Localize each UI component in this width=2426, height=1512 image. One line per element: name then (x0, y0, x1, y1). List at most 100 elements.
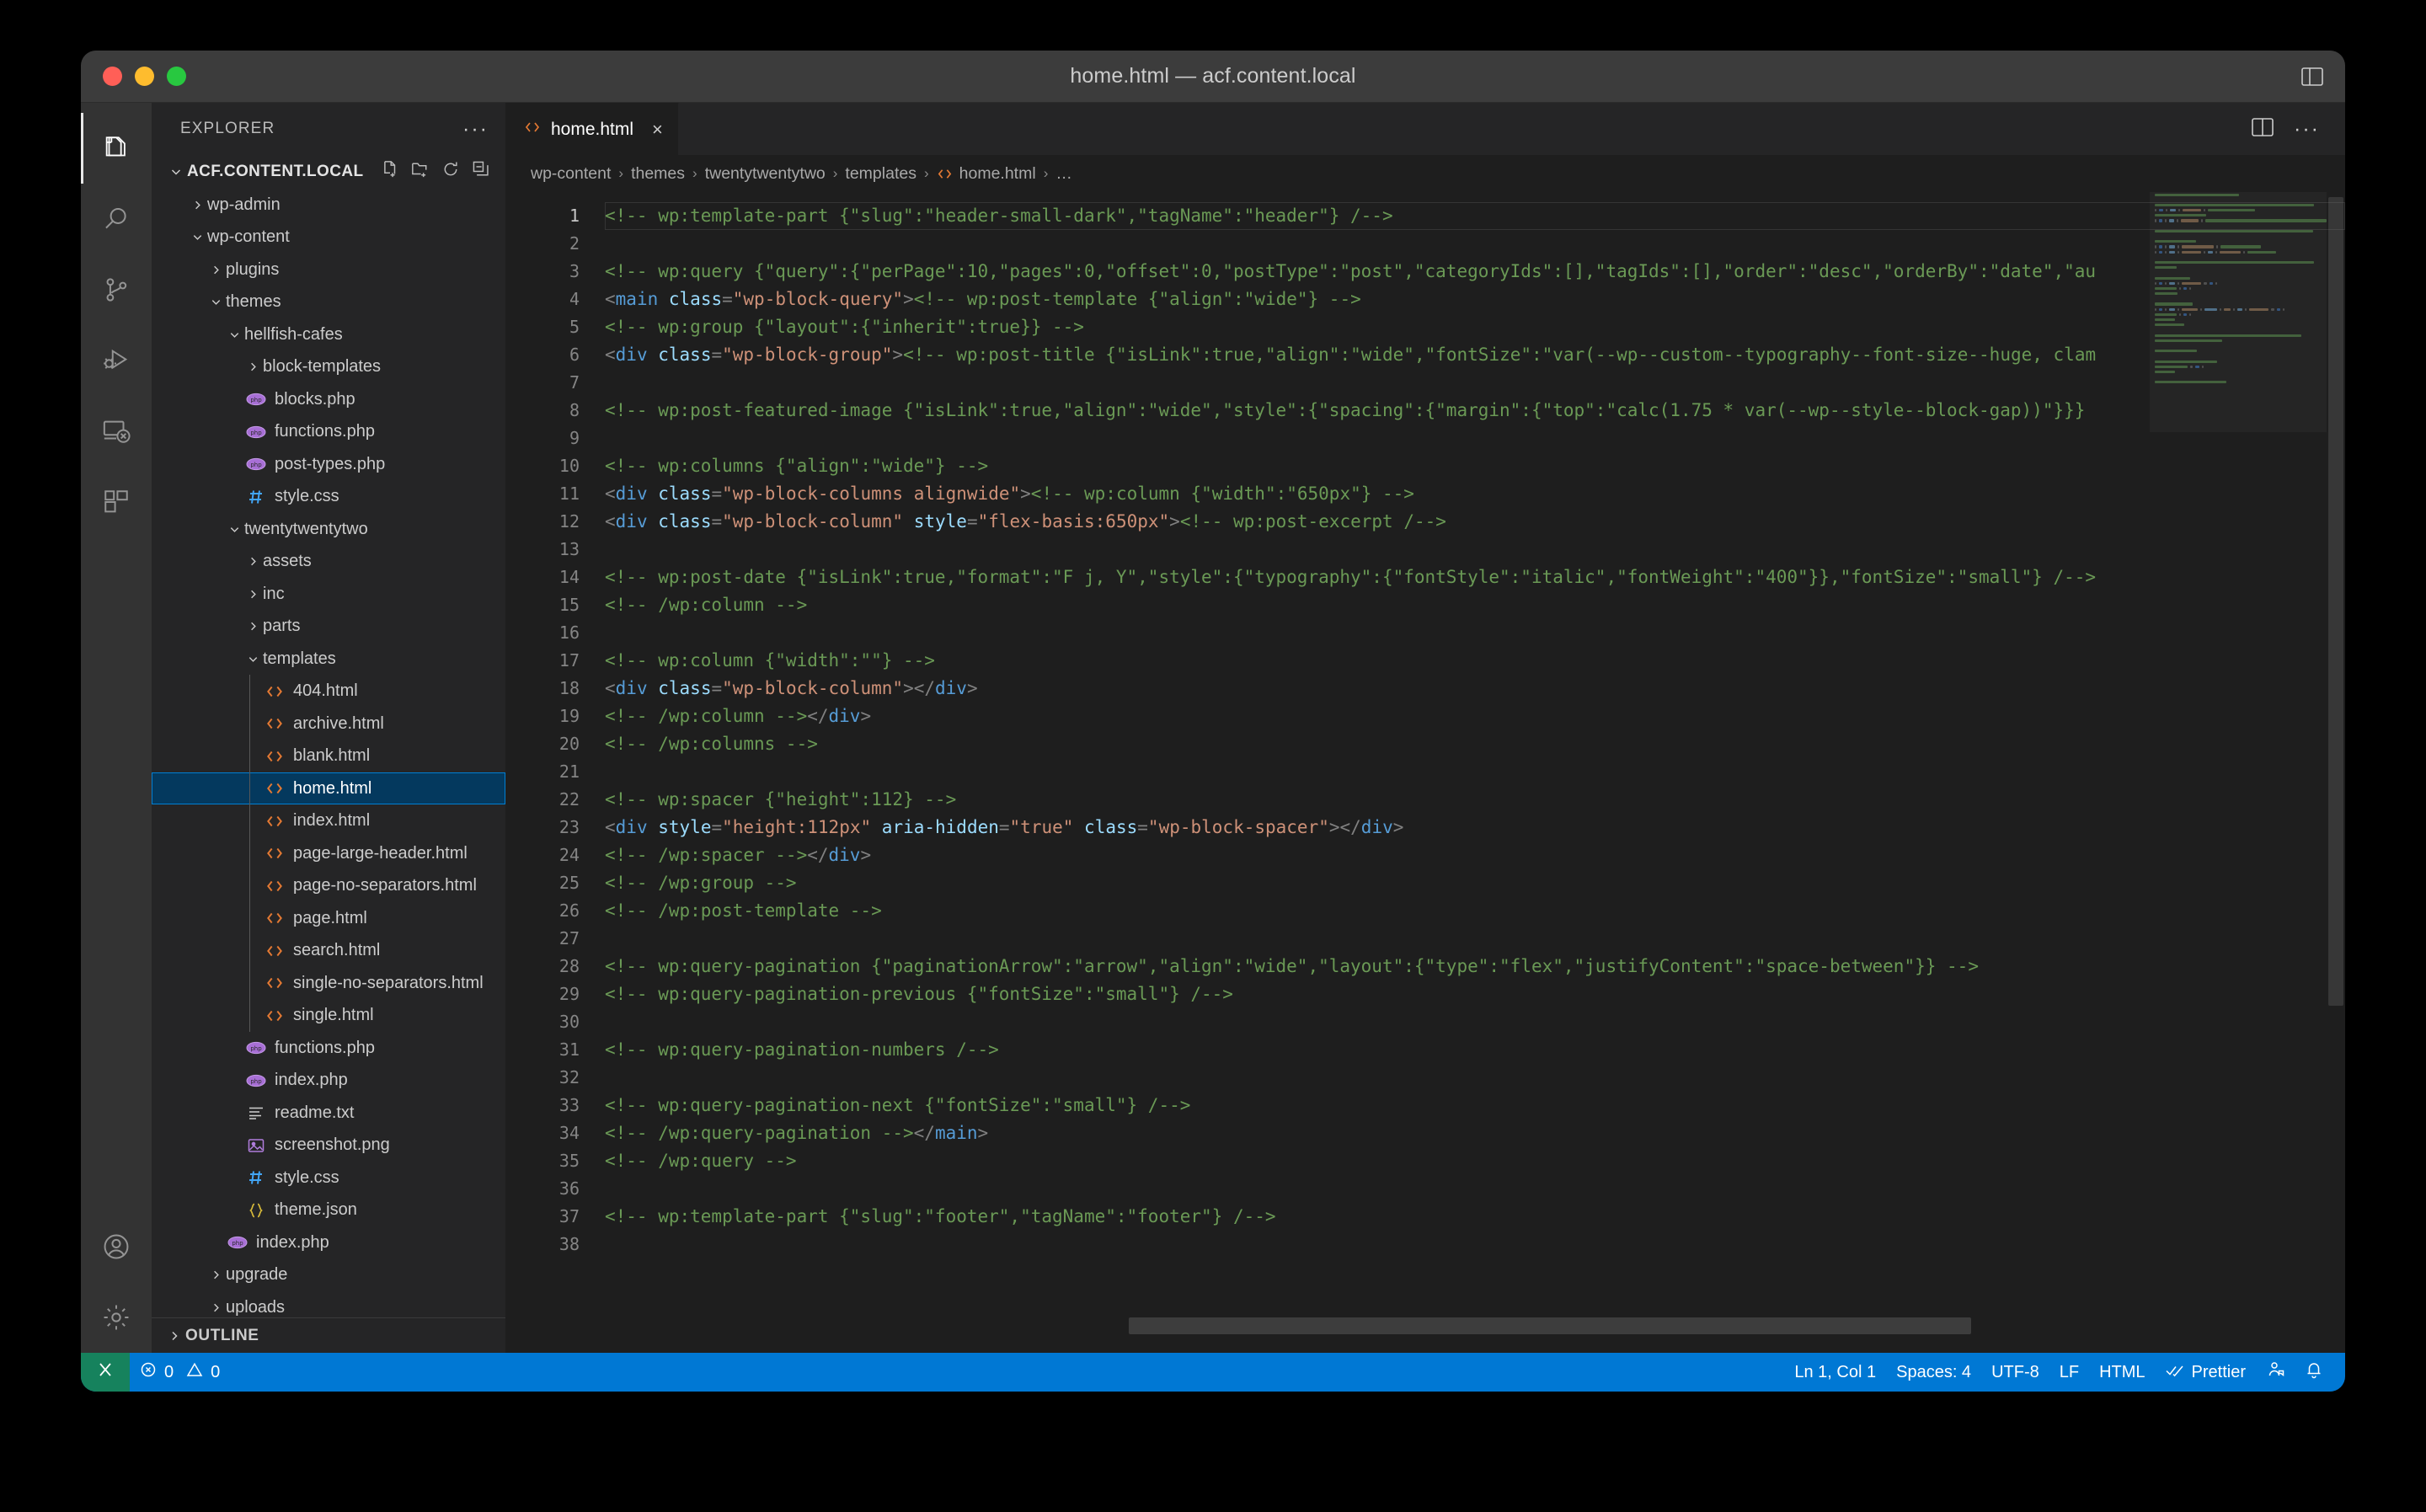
tree-item[interactable]: screenshot.png (152, 1129, 505, 1162)
code-line[interactable]: 14 <!-- wp:post-date {"isLink":true,"form… (505, 564, 2345, 591)
code-line[interactable]: 23 <div style="height:112px" aria-hidden=… (505, 814, 2345, 841)
tree-item[interactable]: page-large-header.html (152, 837, 505, 870)
tree-item[interactable]: theme.json (152, 1194, 505, 1226)
editor-vertical-scrollbar[interactable] (2327, 192, 2345, 1353)
tree-item[interactable]: php functions.php (152, 1032, 505, 1065)
activitybar-item-extensions[interactable] (81, 467, 152, 537)
tree-item[interactable]: style.css (152, 480, 505, 513)
code-line[interactable]: 29 <!-- wp:query-pagination-previous {"fo… (505, 980, 2345, 1008)
tree-item[interactable]: hellfish-cafes (152, 318, 505, 351)
outline-section-header[interactable]: OUTLINE (152, 1317, 505, 1353)
tree-item[interactable]: plugins (152, 254, 505, 286)
code-line[interactable]: 30 (505, 1008, 2345, 1036)
code-line[interactable]: 32 (505, 1064, 2345, 1092)
customize-layout-icon[interactable] (2301, 67, 2323, 86)
code-line[interactable]: 12 <div class="wp-block-column" style="fl… (505, 508, 2345, 536)
tree-item[interactable]: archive.html (152, 708, 505, 740)
code-line[interactable]: 3 <!-- wp:query {"query":{"perPage":10,"p… (505, 258, 2345, 286)
scrollbar-thumb[interactable] (2328, 197, 2343, 1006)
code-line[interactable]: 34 <!-- /wp:query-pagination --></main> (505, 1119, 2345, 1147)
breadcrumb-item[interactable]: themes (631, 164, 685, 184)
more-actions-icon[interactable]: ··· (2294, 119, 2320, 140)
split-editor-icon[interactable] (2252, 117, 2274, 141)
code-line[interactable]: 16 (505, 619, 2345, 647)
breadcrumb[interactable]: wp-content › themes › twentytwentytwo › templa… (505, 155, 2345, 192)
code-editor[interactable]: 1 <!-- wp:template-part {"slug":"header-s… (505, 192, 2345, 1353)
indentation-item[interactable]: Spaces: 4 (1886, 1353, 1981, 1392)
code-line[interactable]: 18 <div class="wp-block-column"></div> (505, 675, 2345, 703)
collapse-all-icon[interactable] (472, 160, 490, 184)
code-line[interactable]: 1 <!-- wp:template-part {"slug":"header-s… (505, 202, 2345, 230)
tree-item[interactable]: twentytwentytwo (152, 513, 505, 546)
tree-item[interactable]: wp-content (152, 221, 505, 254)
code-line[interactable]: 25 <!-- /wp:group --> (505, 869, 2345, 897)
activitybar-item-accounts[interactable] (81, 1211, 152, 1282)
tree-item[interactable]: readme.txt (152, 1097, 505, 1130)
breadcrumb-item[interactable]: home.html (937, 164, 1036, 184)
notifications-item[interactable] (2295, 1353, 2333, 1392)
code-line[interactable]: 27 (505, 925, 2345, 953)
tree-item-selected[interactable]: home.html (152, 772, 505, 805)
breadcrumb-item[interactable]: … (1055, 164, 1072, 184)
code-line[interactable]: 36 (505, 1175, 2345, 1203)
close-icon[interactable]: × (652, 119, 663, 141)
feedback-item[interactable] (2256, 1353, 2295, 1392)
activitybar-item-search[interactable] (81, 184, 152, 254)
code-line[interactable]: 20 <!-- /wp:columns --> (505, 730, 2345, 758)
code-line[interactable]: 15 <!-- /wp:column --> (505, 591, 2345, 619)
code-line[interactable]: 19 <!-- /wp:column --></div> (505, 703, 2345, 730)
tree-item[interactable]: php blocks.php (152, 383, 505, 416)
window-controls[interactable] (81, 67, 186, 86)
tab-home-html[interactable]: home.html × (505, 103, 679, 155)
code-line[interactable]: 11 <div class="wp-block-columns alignwide… (505, 480, 2345, 508)
tree-item[interactable]: search.html (152, 934, 505, 967)
tree-item[interactable]: index.html (152, 804, 505, 837)
tree-item[interactable]: parts (152, 610, 505, 643)
tree-item[interactable]: page.html (152, 902, 505, 935)
code-line[interactable]: 9 (505, 425, 2345, 452)
code-line[interactable]: 22 <!-- wp:spacer {"height":112} --> (505, 786, 2345, 814)
code-line[interactable]: 13 (505, 536, 2345, 564)
tree-item[interactable]: php post-types.php (152, 448, 505, 481)
code-line[interactable]: 7 (505, 369, 2345, 397)
code-line[interactable]: 21 (505, 758, 2345, 786)
new-file-icon[interactable] (381, 160, 399, 184)
code-line[interactable]: 6 <div class="wp-block-group"><!-- wp:pos… (505, 341, 2345, 369)
breadcrumb-item[interactable]: twentytwentytwo (705, 164, 826, 184)
minimize-window-button[interactable] (135, 67, 154, 86)
code-line[interactable]: 10 <!-- wp:columns {"align":"wide"} --> (505, 452, 2345, 480)
close-window-button[interactable] (103, 67, 122, 86)
activitybar-item-run-and-debug[interactable] (81, 325, 152, 396)
code-line[interactable]: 37 <!-- wp:template-part {"slug":"footer"… (505, 1203, 2345, 1231)
activitybar-item-manage[interactable] (81, 1282, 152, 1353)
remote-window-button[interactable] (81, 1353, 130, 1392)
tree-item[interactable]: themes (152, 286, 505, 318)
code-line[interactable]: 35 <!-- /wp:query --> (505, 1147, 2345, 1175)
tree-item[interactable]: wp-admin (152, 189, 505, 222)
breadcrumb-item[interactable]: wp-content (531, 164, 611, 184)
code-line[interactable]: 24 <!-- /wp:spacer --></div> (505, 841, 2345, 869)
minimap[interactable] (2150, 192, 2327, 1353)
new-folder-icon[interactable] (411, 160, 430, 184)
activitybar-item-source-control[interactable] (81, 254, 152, 325)
breadcrumb-item[interactable]: templates (845, 164, 916, 184)
code-line[interactable]: 5 <!-- wp:group {"layout":{"inherit":true… (505, 313, 2345, 341)
formatter-item[interactable]: Prettier (2156, 1353, 2256, 1392)
code-line[interactable]: 31 <!-- wp:query-pagination-numbers /--> (505, 1036, 2345, 1064)
tree-item[interactable]: single-no-separators.html (152, 967, 505, 1000)
tree-item[interactable]: php index.php (152, 1226, 505, 1259)
code-line[interactable]: 26 <!-- /wp:post-template --> (505, 897, 2345, 925)
explorer-more-actions-icon[interactable]: ··· (462, 119, 489, 140)
tree-item[interactable]: style.css (152, 1162, 505, 1194)
tree-item[interactable]: assets (152, 545, 505, 578)
tree-item[interactable]: php index.php (152, 1064, 505, 1097)
code-line[interactable]: 17 <!-- wp:column {"width":""} --> (505, 647, 2345, 675)
encoding-item[interactable]: UTF-8 (1981, 1353, 2049, 1392)
tree-item[interactable]: 404.html (152, 675, 505, 708)
tree-item[interactable]: blank.html (152, 740, 505, 772)
minimap-slider[interactable] (2150, 192, 2327, 432)
code-line[interactable]: 2 (505, 230, 2345, 258)
code-line[interactable]: 28 <!-- wp:query-pagination {"paginationA… (505, 953, 2345, 980)
file-tree[interactable]: wp-admin wp-content plugins themes hellfish-… (152, 189, 505, 1317)
code-line[interactable]: 8 <!-- wp:post-featured-image {"isLink":t… (505, 397, 2345, 425)
